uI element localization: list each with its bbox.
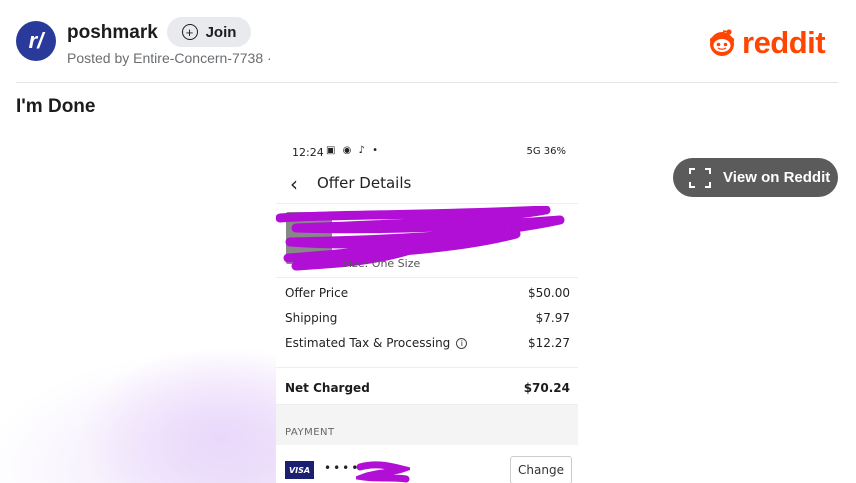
- view-on-reddit-button[interactable]: View on Reddit: [673, 158, 838, 197]
- subreddit-avatar[interactable]: r/: [16, 21, 56, 61]
- subreddit-avatar-text: r/: [28, 28, 44, 53]
- visa-card-icon: VISA: [285, 461, 314, 479]
- net-charged-value: $70.24: [523, 381, 570, 395]
- item-row: Size: One Size: [276, 206, 578, 278]
- reddit-logo[interactable]: reddit: [706, 24, 826, 60]
- price-breakdown: Offer Price $50.00 Shipping $7.97 Estima…: [276, 280, 578, 355]
- status-time: 12:24: [292, 146, 324, 159]
- price-value: $50.00: [528, 286, 570, 300]
- subreddit-name[interactable]: poshmark: [67, 22, 158, 44]
- view-on-reddit-label: View on Reddit: [723, 169, 831, 186]
- screenshot-image: 12:24 ▣ ◉ ♪ • 5G 36% ‹ Offer Details Siz…: [276, 138, 578, 483]
- offer-details-bar: ‹ Offer Details: [276, 168, 578, 204]
- header-divider: [16, 82, 838, 83]
- payment-row: VISA •••• Change: [276, 445, 578, 483]
- plus-icon: +: [181, 24, 198, 40]
- status-right: 5G 36%: [526, 146, 566, 157]
- post-media[interactable]: 12:24 ▣ ◉ ♪ • 5G 36% ‹ Offer Details Siz…: [0, 138, 856, 483]
- price-label-wrapper: Estimated Tax & Processing i: [285, 336, 468, 350]
- card-redaction-scribble: [356, 461, 410, 483]
- offer-details-title: Offer Details: [317, 174, 412, 192]
- blurred-background: [0, 138, 276, 483]
- price-value: $12.27: [528, 336, 570, 350]
- phone-status-bar: 12:24 ▣ ◉ ♪ • 5G 36%: [276, 138, 578, 166]
- reddit-wordmark: reddit: [742, 24, 826, 60]
- post-title[interactable]: I'm Done: [16, 96, 95, 118]
- expand-icon: [689, 167, 711, 188]
- post-header: r/ poshmark + Join Posted by Entire-Conc…: [0, 0, 856, 82]
- back-chevron-icon: ‹: [290, 172, 298, 196]
- change-payment-button: Change: [510, 456, 572, 483]
- item-size: Size: One Size: [342, 257, 421, 270]
- price-row-shipping: Shipping $7.97: [276, 305, 578, 330]
- payment-section-header: PAYMENT: [276, 405, 578, 445]
- reddit-snoo-icon: [709, 29, 735, 56]
- info-icon: i: [456, 338, 468, 349]
- net-charged-label: Net Charged: [285, 381, 370, 395]
- price-row-tax: Estimated Tax & Processing i $12.27: [276, 330, 578, 355]
- payment-label: PAYMENT: [285, 427, 335, 438]
- price-label: Estimated Tax & Processing: [285, 336, 451, 350]
- net-charged-row: Net Charged $70.24: [276, 367, 578, 405]
- price-row-offer: Offer Price $50.00: [276, 280, 578, 305]
- posted-by[interactable]: Posted by Entire-Concern-7738 ·: [67, 50, 272, 66]
- price-value: $7.97: [535, 311, 570, 325]
- card-number-dots: ••••: [324, 461, 361, 475]
- join-button[interactable]: + Join: [167, 17, 251, 47]
- join-label: Join: [205, 23, 237, 41]
- price-label: Offer Price: [285, 286, 349, 300]
- price-label: Shipping: [285, 311, 338, 325]
- notification-icons: ▣ ◉ ♪ •: [326, 145, 380, 156]
- redaction-scribble: [276, 206, 565, 271]
